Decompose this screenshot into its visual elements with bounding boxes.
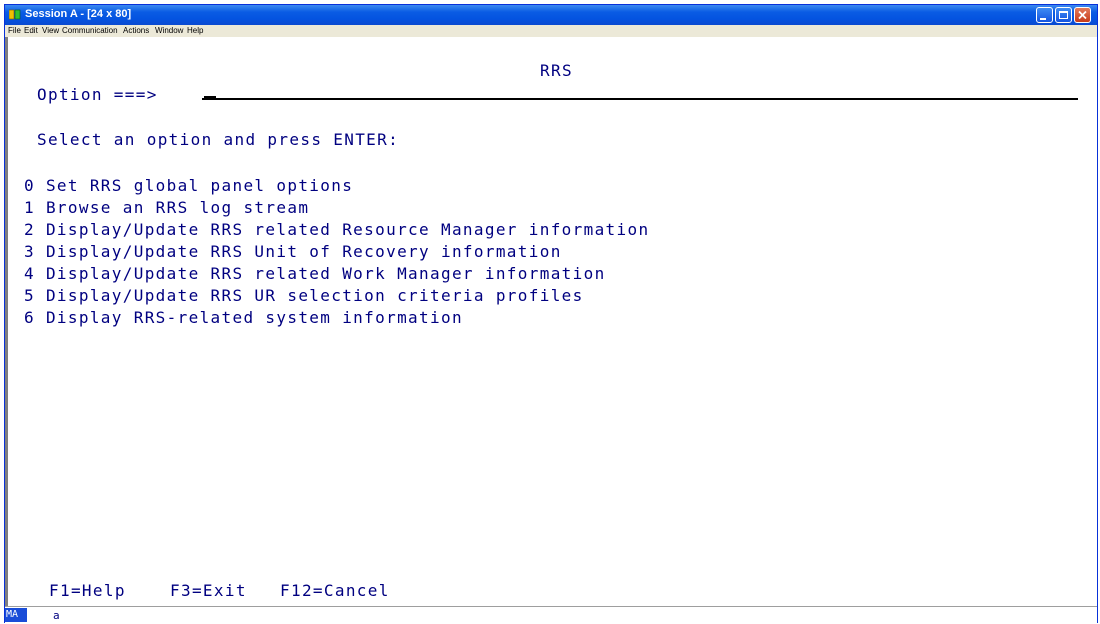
menu-option-1[interactable]: 1 Browse an RRS log stream: [24, 199, 309, 217]
window-title: Session A - [24 x 80]: [25, 8, 132, 20]
close-icon: [1078, 10, 1087, 20]
menu-communication[interactable]: Communication: [62, 26, 118, 35]
title-bar[interactable]: Session A - [24 x 80]: [5, 5, 1097, 25]
emulator-window: Session A - [24 x 80] File Edit View Com…: [4, 4, 1098, 624]
menu-file[interactable]: File: [8, 26, 21, 35]
menu-view[interactable]: View: [42, 26, 59, 35]
menu-window[interactable]: Window: [155, 26, 183, 35]
panel-title: RRS: [540, 61, 573, 80]
menu-option-6[interactable]: 6 Display RRS-related system information: [24, 309, 463, 327]
pf-key-cancel[interactable]: F12=Cancel: [280, 582, 390, 600]
menu-option-5[interactable]: 5 Display/Update RRS UR selection criter…: [24, 287, 584, 305]
menu-option-0[interactable]: 0 Set RRS global panel options: [24, 177, 353, 195]
minimize-icon: [1040, 18, 1046, 20]
close-button[interactable]: [1074, 7, 1091, 23]
menu-edit[interactable]: Edit: [24, 26, 38, 35]
instruction-text: Select an option and press ENTER:: [37, 130, 400, 149]
menu-actions[interactable]: Actions: [123, 26, 149, 35]
pf-key-help[interactable]: F1=Help: [49, 582, 126, 600]
maximize-button[interactable]: [1055, 7, 1072, 23]
menu-bar: File Edit View Communication Actions Win…: [5, 25, 1097, 37]
menu-option-4[interactable]: 4 Display/Update RRS related Work Manage…: [24, 265, 606, 283]
maximize-icon: [1059, 11, 1068, 19]
menu-option-2[interactable]: 2 Display/Update RRS related Resource Ma…: [24, 221, 649, 239]
option-input-field[interactable]: [202, 98, 1078, 100]
status-session-indicator: a: [53, 609, 60, 622]
session-terminal-icon: [9, 9, 21, 20]
status-mode-indicator: MA: [5, 608, 27, 622]
menu-option-3[interactable]: 3 Display/Update RRS Unit of Recovery in…: [24, 243, 562, 261]
status-bar: MA a: [5, 606, 1097, 624]
minimize-button[interactable]: [1036, 7, 1053, 23]
pf-key-exit[interactable]: F3=Exit: [170, 582, 247, 600]
option-label: Option ===>: [37, 85, 158, 104]
menu-help[interactable]: Help: [187, 26, 203, 35]
terminal-screen[interactable]: RRS Option ===> Select an option and pre…: [5, 37, 1097, 606]
